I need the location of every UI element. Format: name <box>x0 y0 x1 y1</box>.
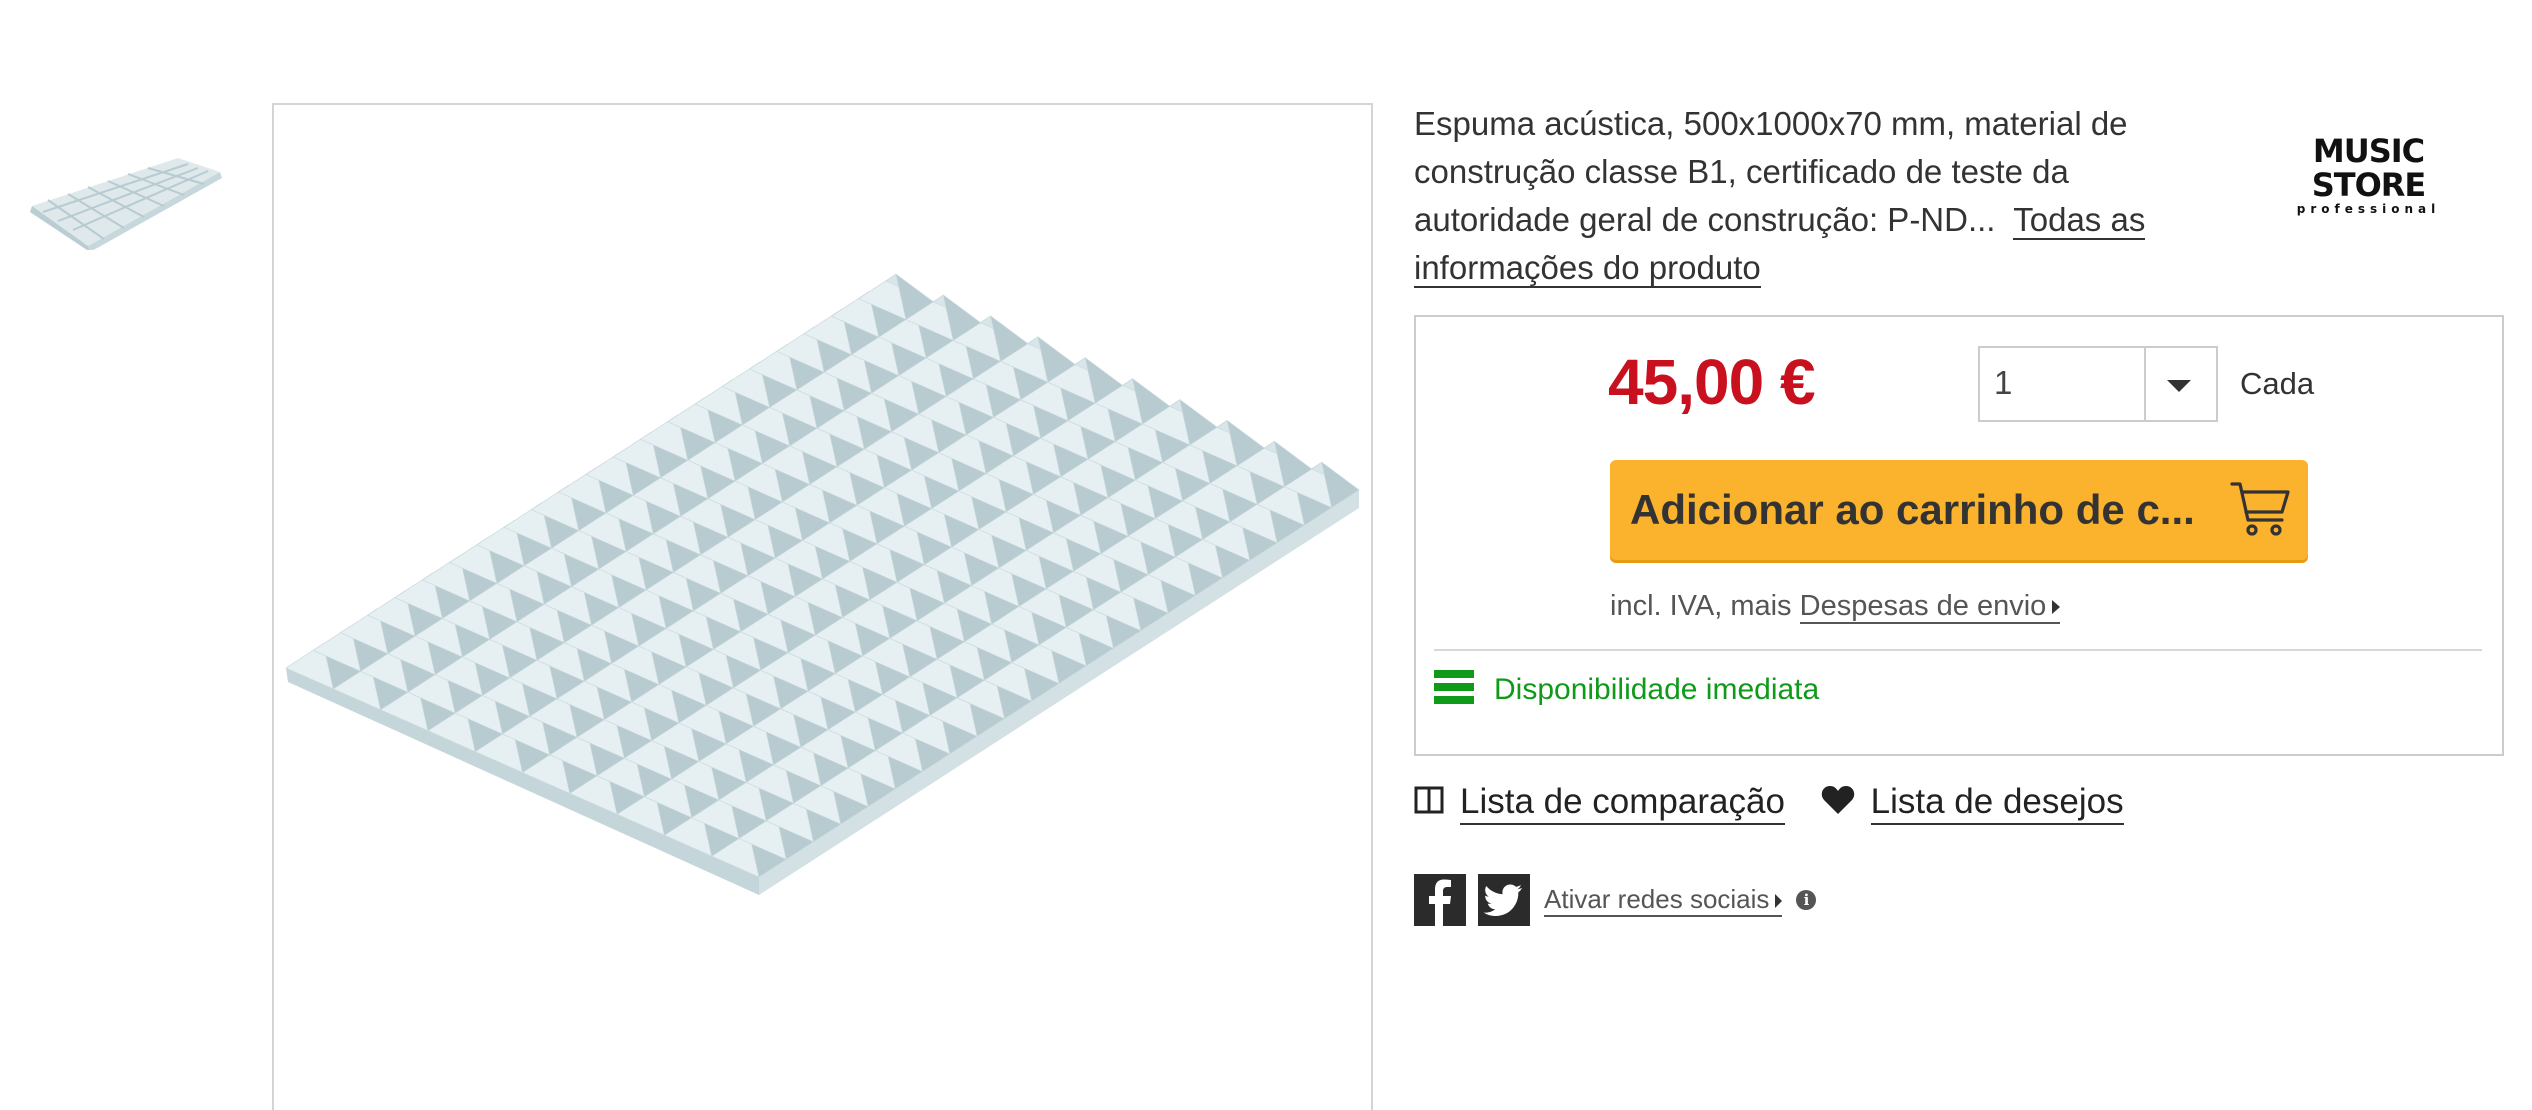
brand-name: MUSIC STORE <box>2311 132 2427 204</box>
caret-right-icon <box>2052 600 2061 615</box>
activate-social-link[interactable]: Ativar redes sociais <box>1544 883 1783 917</box>
compare-list-label: Lista de comparação <box>1460 782 1785 825</box>
availability-text: Disponibilidade imediata <box>1494 672 1820 706</box>
product-thumbnail[interactable] <box>28 150 224 252</box>
caret-right-icon <box>1775 893 1783 908</box>
product-actions: Lista de comparação Lista de desejos <box>1414 782 2150 825</box>
compare-icon <box>1414 786 1444 814</box>
add-to-cart-button[interactable]: Adicionar ao carrinho de c... <box>1610 460 2308 560</box>
availability-status: Disponibilidade imediata <box>1434 670 1819 712</box>
heart-icon <box>1821 785 1854 814</box>
product-description: Espuma acústica, 500x1000x70 mm, materia… <box>1414 100 2204 292</box>
tax-prefix: incl. IVA, mais <box>1610 590 1792 622</box>
twitter-icon[interactable] <box>1478 874 1530 926</box>
shipping-costs-link[interactable]: Despesas de envio <box>1799 590 2061 624</box>
tax-info: incl. IVA, mais Despesas de envio <box>1610 590 2061 624</box>
wishlist-link[interactable]: Lista de desejos <box>1821 782 2124 825</box>
quantity-select[interactable]: 1 <box>1978 346 2218 422</box>
acoustic-foam-image <box>285 273 1360 895</box>
brand-logo[interactable]: MUSIC STORE professional <box>2256 134 2481 216</box>
facebook-icon[interactable] <box>1414 874 1466 926</box>
compare-list-link[interactable]: Lista de comparação <box>1414 782 1785 825</box>
brand-subtitle: professional <box>2296 202 2441 216</box>
product-price: 45,00 € <box>1608 346 1816 418</box>
product-main-image[interactable] <box>272 103 1373 1110</box>
shipping-costs-label: Despesas de envio <box>1799 590 2047 622</box>
activate-social-label: Ativar redes sociais <box>1544 883 1770 914</box>
shopping-cart-icon <box>2228 478 2292 547</box>
quantity-value: 1 <box>1994 364 2013 401</box>
quantity-unit: Cada <box>2240 366 2315 401</box>
buybox-divider <box>1434 649 2482 651</box>
quantity-separator <box>2144 348 2146 420</box>
info-icon[interactable]: i <box>1796 890 1817 910</box>
wishlist-label: Lista de desejos <box>1870 782 2124 825</box>
add-to-cart-label: Adicionar ao carrinho de c... <box>1630 486 2195 533</box>
stock-bars-icon <box>1434 670 1474 712</box>
social-share: Ativar redes sociais i <box>1414 874 1817 926</box>
chevron-down-icon[interactable] <box>2162 372 2196 403</box>
